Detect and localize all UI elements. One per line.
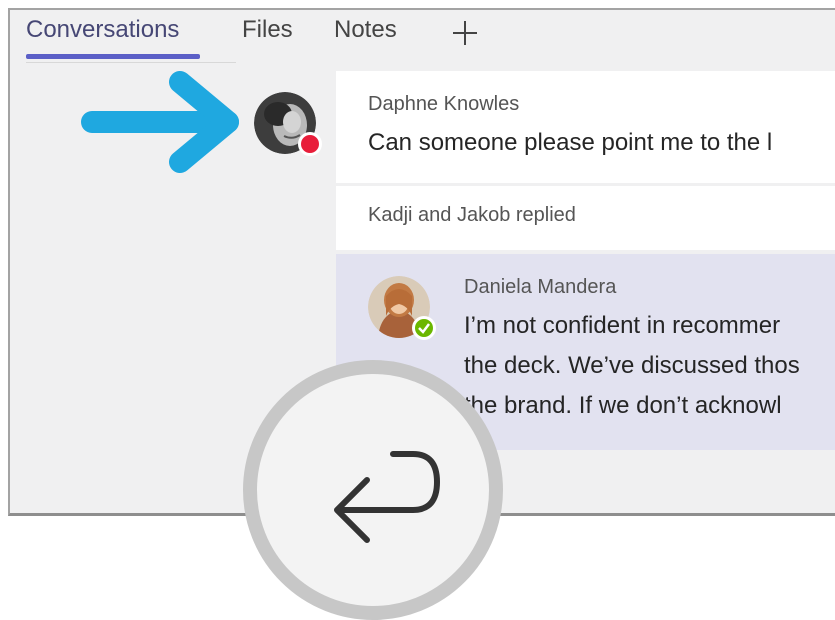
tab-files[interactable]: Files	[242, 16, 293, 44]
presence-available-indicator	[412, 316, 436, 340]
pointer-arrow-icon	[81, 71, 239, 173]
reply-line-1: I’m not confident in recommer	[464, 312, 781, 339]
reply-line-3: the brand. If we don’t acknowl	[464, 392, 782, 419]
reply-author: Daniela Mandera	[464, 276, 617, 298]
reply-button[interactable]	[243, 360, 503, 620]
replies-summary-text: Kadji and Jakob replied	[368, 204, 576, 226]
presence-busy-indicator	[298, 132, 322, 156]
tab-conversations[interactable]: Conversations	[26, 16, 179, 44]
reply-line-2: the deck. We’ve discussed thos	[464, 352, 800, 379]
avatar-daphne-knowles[interactable]	[254, 92, 322, 156]
conversation-post[interactable]: Daphne Knowles Can someone please point …	[336, 71, 835, 183]
checkmark-icon	[418, 323, 430, 334]
post-author: Daphne Knowles	[368, 93, 520, 115]
replies-summary[interactable]: Kadji and Jakob replied	[336, 186, 835, 250]
active-tab-indicator	[26, 54, 200, 59]
post-message: Can someone please point me to the l	[368, 129, 773, 156]
reply-icon	[334, 451, 441, 543]
tab-divider	[26, 62, 236, 63]
tab-notes[interactable]: Notes	[334, 16, 397, 44]
channel-tabs: Conversations Files Notes	[10, 10, 835, 63]
plus-icon[interactable]	[450, 18, 480, 48]
avatar-daniela-mandera[interactable]	[368, 276, 436, 340]
